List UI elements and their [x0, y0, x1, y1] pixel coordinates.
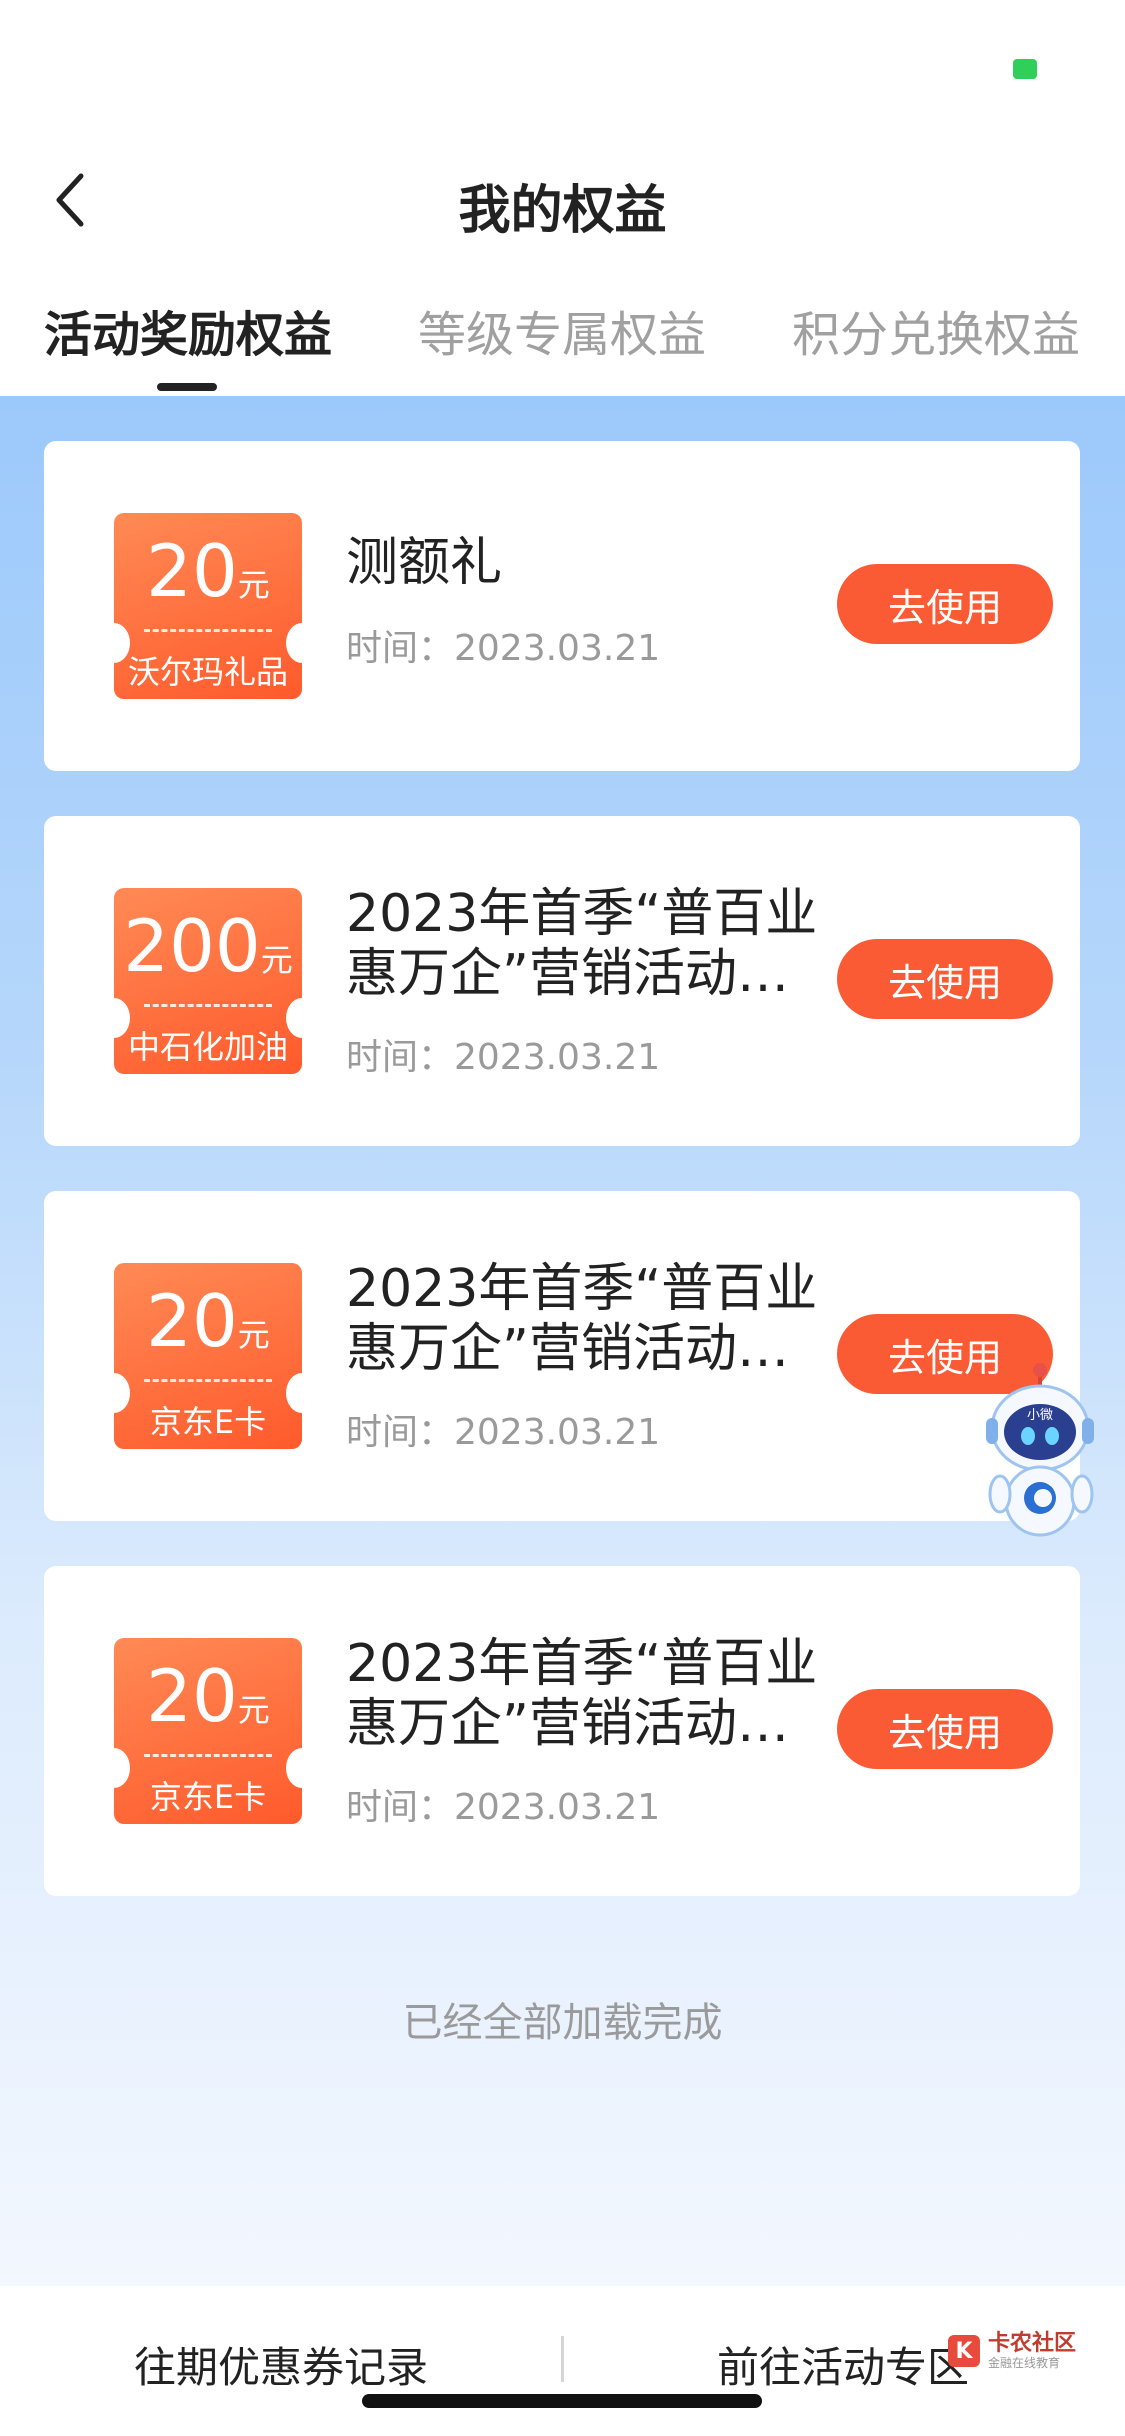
coupon-divider [144, 1379, 272, 1382]
bottom-bar: 往期优惠券记录 前往活动专区 K 卡农社区 金融在线教育 [0, 2286, 1125, 2436]
tab-points-exchange[interactable]: 积分兑换权益 [792, 295, 1080, 365]
tab-bar: 活动奖励权益 等级专属权益 积分兑换权益 [0, 285, 1125, 395]
tab-level-benefits[interactable]: 等级专属权益 [418, 295, 706, 365]
coupon-divider [144, 629, 272, 632]
watermark: K 卡农社区 金融在线教育 [948, 2332, 1076, 2370]
coupon-badge: 20元 京东E卡 [98, 1263, 318, 1449]
nav-bar: 我的权益 [0, 140, 1125, 260]
benefit-date: 时间：2023.03.21 [346, 628, 661, 669]
coupon-divider [144, 1004, 272, 1007]
coupon-amount-row: 20元 [114, 535, 302, 607]
benefit-card: 20元 京东E卡 2023年首季“普百业惠万企”营销活动… 时间：2023.03… [44, 1566, 1080, 1896]
coupon-amount: 20 [146, 1654, 238, 1738]
use-button[interactable]: 去使用 [837, 564, 1053, 644]
watermark-text: 卡农社区 金融在线教育 [988, 2331, 1077, 2371]
benefit-card: 20元 沃尔玛礼品 测额礼 时间：2023.03.21 去使用 [44, 441, 1080, 771]
use-button[interactable]: 去使用 [837, 939, 1053, 1019]
coupon-brand: 京东E卡 [149, 1403, 267, 1441]
load-complete-text: 已经全部加载完成 [402, 2000, 723, 2046]
page-title: 我的权益 [458, 181, 667, 241]
robot-illustration: 小微 [986, 1363, 1094, 1537]
coupon-unit: 元 [237, 1316, 270, 1354]
status-indicator-icon [1013, 59, 1037, 79]
coupon-unit: 元 [237, 566, 270, 604]
benefits-list[interactable]: 20元 沃尔玛礼品 测额礼 时间：2023.03.21 去使用 200元 中石化… [0, 396, 1125, 2286]
coupon-amount-row: 200元 [114, 910, 302, 982]
benefit-title: 2023年首季“普百业惠万企”营销活动… [346, 884, 818, 1004]
benefit-title: 测额礼 [346, 533, 503, 593]
watermark-subtitle: 金融在线教育 [988, 2356, 1061, 2370]
bottom-divider [561, 2336, 564, 2382]
home-indicator[interactable] [362, 2394, 762, 2408]
benefit-title: 2023年首季“普百业惠万企”营销活动… [346, 1634, 818, 1754]
coupon-brand: 京东E卡 [149, 1778, 267, 1816]
benefit-card: 20元 京东E卡 2023年首季“普百业惠万企”营销活动… 时间：2023.03… [44, 1191, 1080, 1521]
robot-badge-text: 小微 [1027, 1408, 1053, 1423]
benefit-date: 时间：2023.03.21 [346, 1787, 661, 1828]
tab-activity-rewards[interactable]: 活动奖励权益 [44, 295, 332, 365]
benefit-card: 200元 中石化加油 2023年首季“普百业惠万企”营销活动… 时间：2023.… [44, 816, 1080, 1146]
past-coupons-link[interactable]: 往期优惠券记录 [134, 2334, 428, 2395]
coupon-divider [144, 1754, 272, 1757]
coupon-brand: 沃尔玛礼品 [127, 653, 288, 691]
coupon-badge: 20元 沃尔玛礼品 [98, 513, 318, 699]
benefit-date: 时间：2023.03.21 [346, 1037, 661, 1078]
coupon-badge: 20元 京东E卡 [98, 1638, 318, 1824]
active-tab-indicator [157, 383, 217, 391]
benefit-title: 2023年首季“普百业惠万企”营销活动… [346, 1259, 818, 1379]
coupon-brand: 中石化加油 [127, 1028, 288, 1066]
coupon-badge: 200元 中石化加油 [98, 888, 318, 1074]
watermark-title: 卡农社区 [988, 2331, 1077, 2356]
status-bar [0, 0, 1125, 140]
coupon-unit: 元 [237, 1691, 270, 1729]
coupon-amount-row: 20元 [114, 1285, 302, 1357]
benefit-date: 时间：2023.03.21 [346, 1412, 661, 1453]
robot-assistant-icon[interactable]: 小微 [978, 1356, 1108, 1546]
coupon-unit: 元 [260, 941, 293, 979]
coupon-amount: 20 [146, 529, 238, 613]
use-button[interactable]: 去使用 [837, 1689, 1053, 1769]
activity-zone-link[interactable]: 前往活动专区 [717, 2334, 969, 2395]
watermark-logo-icon: K [948, 2335, 980, 2367]
coupon-amount-row: 20元 [114, 1660, 302, 1732]
coupon-amount: 20 [146, 1279, 238, 1363]
coupon-amount: 200 [123, 904, 261, 988]
